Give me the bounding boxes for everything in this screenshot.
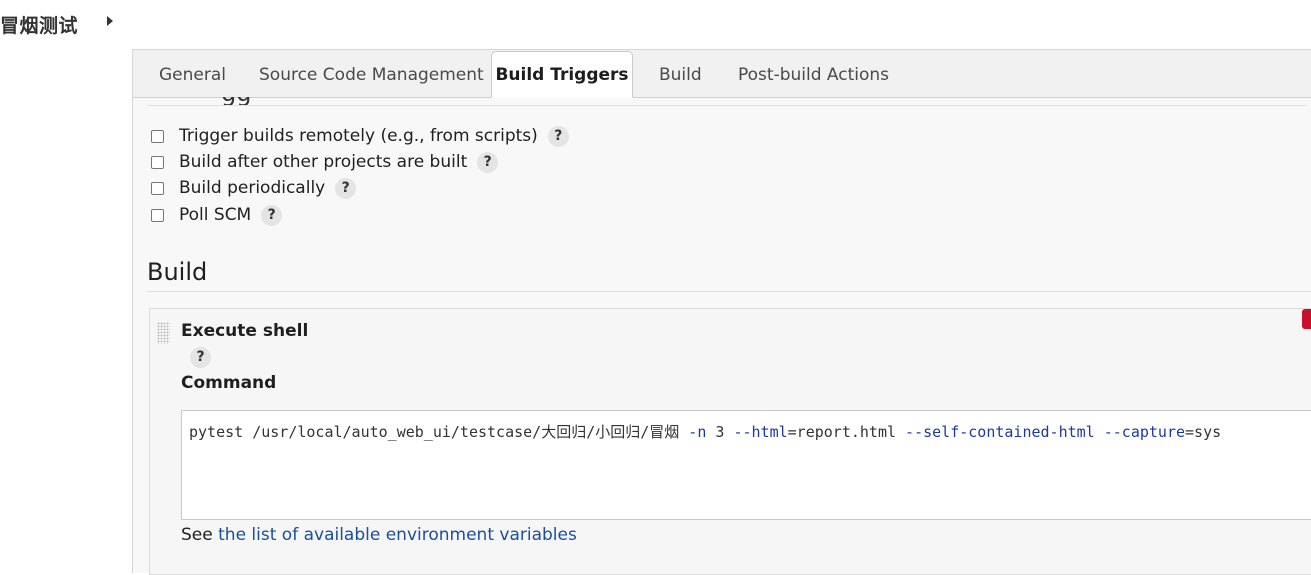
config-panel: General Source Code Management Build Tri… bbox=[132, 49, 1311, 575]
trigger-remote-label[interactable]: Trigger builds remotely (e.g., from scri… bbox=[179, 126, 538, 146]
tab-general[interactable]: General bbox=[159, 52, 226, 96]
trigger-poll-scm-label[interactable]: Poll SCM bbox=[179, 205, 251, 225]
env-vars-hint: See the list of available environment va… bbox=[181, 525, 577, 545]
help-icon[interactable]: ? bbox=[335, 177, 357, 199]
command-text-part: =sys bbox=[1185, 423, 1222, 441]
trigger-periodic-label[interactable]: Build periodically bbox=[179, 178, 325, 198]
breadcrumb: 冒烟测试 bbox=[0, 0, 1311, 48]
trigger-after-projects-row: Build after other projects are built ? bbox=[151, 150, 499, 174]
env-vars-prefix: See bbox=[181, 525, 219, 545]
delete-step-button[interactable] bbox=[1302, 309, 1311, 329]
tab-post-build-actions[interactable]: Post-build Actions bbox=[738, 52, 889, 96]
trigger-periodic-checkbox[interactable] bbox=[151, 181, 164, 195]
trigger-after-projects-checkbox[interactable] bbox=[151, 155, 164, 169]
help-icon[interactable]: ? bbox=[547, 125, 569, 147]
job-name-link[interactable]: 冒烟测试 bbox=[0, 11, 78, 38]
section-heading-clipped: gg bbox=[147, 97, 1307, 106]
command-text-part: pytest /usr/local/auto_web_ui/testcase/大… bbox=[189, 423, 689, 441]
command-flag: -n bbox=[688, 423, 707, 441]
tab-build-triggers[interactable]: Build Triggers bbox=[491, 51, 633, 98]
command-text: pytest /usr/local/auto_web_ui/testcase/大… bbox=[189, 421, 1221, 442]
command-text-part: =report.html bbox=[787, 423, 906, 441]
command-textarea[interactable]: pytest /usr/local/auto_web_ui/testcase/大… bbox=[181, 410, 1311, 520]
build-section-title: Build bbox=[147, 258, 208, 286]
drag-handle-icon[interactable] bbox=[157, 322, 170, 344]
help-icon[interactable]: ? bbox=[477, 151, 499, 173]
help-icon[interactable]: ? bbox=[261, 204, 283, 226]
command-flag: --html bbox=[733, 423, 788, 441]
caret-right-icon[interactable] bbox=[107, 16, 113, 26]
section-divider bbox=[147, 291, 1311, 292]
trigger-remote-row: Trigger builds remotely (e.g., from scri… bbox=[151, 124, 569, 148]
command-flag: --capture bbox=[1103, 423, 1186, 441]
trigger-after-projects-label[interactable]: Build after other projects are built bbox=[179, 152, 467, 172]
trigger-poll-scm-row: Poll SCM ? bbox=[151, 203, 283, 227]
command-text-part: 3 bbox=[706, 423, 734, 441]
tab-bar: General Source Code Management Build Tri… bbox=[133, 50, 1311, 98]
trigger-periodic-row: Build periodically ? bbox=[151, 176, 357, 200]
command-flag: --self-contained-html bbox=[905, 423, 1095, 441]
tab-source-code-management[interactable]: Source Code Management bbox=[259, 52, 484, 96]
execute-shell-step: Execute shell ? Command pytest /usr/loca… bbox=[149, 308, 1311, 575]
trigger-remote-checkbox[interactable] bbox=[151, 129, 164, 143]
command-label: Command bbox=[181, 373, 277, 393]
command-text-part bbox=[1095, 423, 1104, 441]
step-title: Execute shell bbox=[181, 321, 309, 341]
env-vars-link[interactable]: the list of available environment variab… bbox=[218, 525, 577, 545]
tab-build[interactable]: Build bbox=[659, 52, 702, 96]
trigger-poll-scm-checkbox[interactable] bbox=[151, 208, 164, 222]
help-icon[interactable]: ? bbox=[190, 347, 211, 368]
